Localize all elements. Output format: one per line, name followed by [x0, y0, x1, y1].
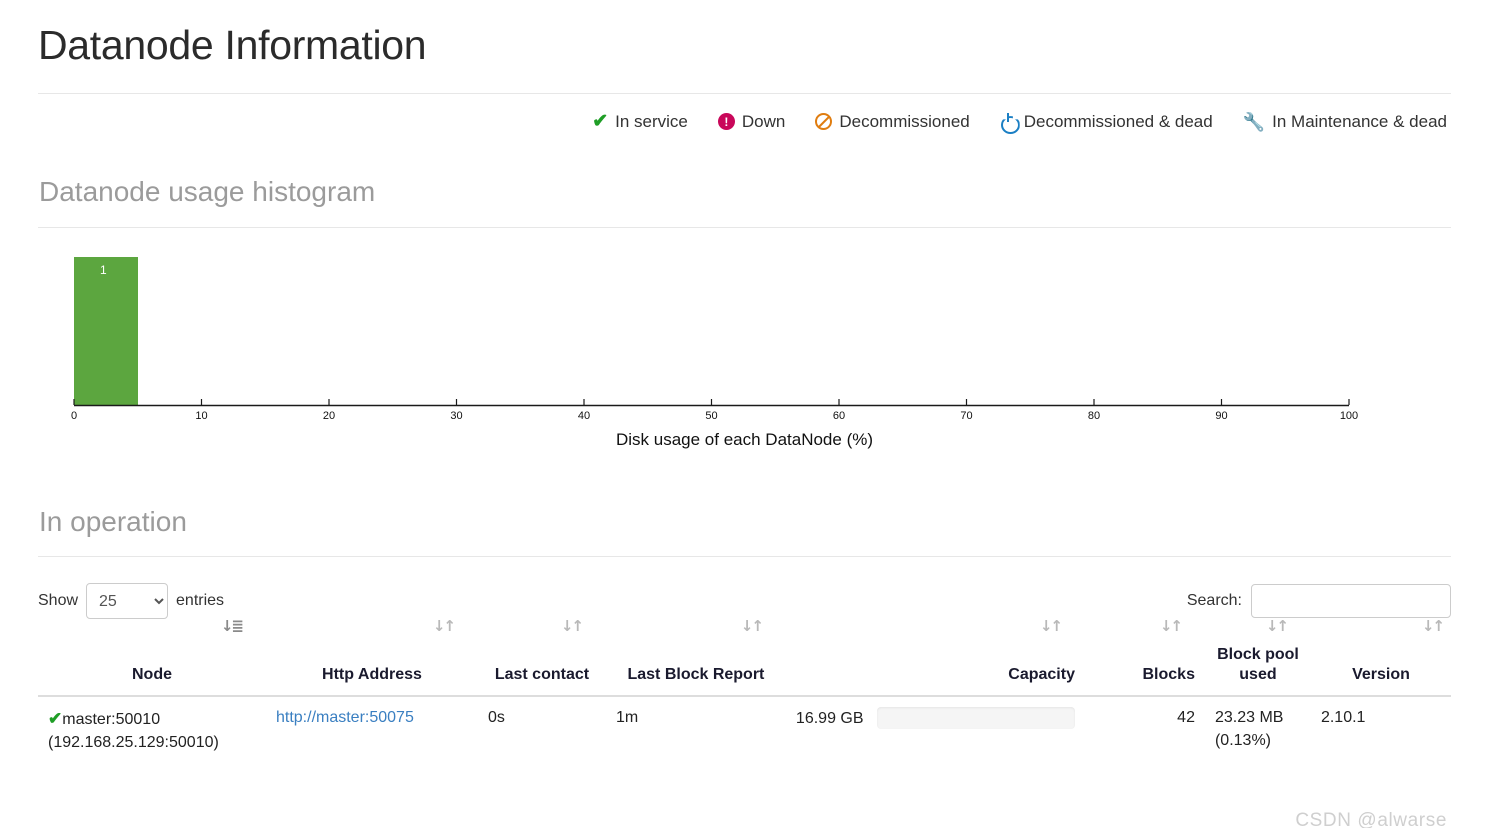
histogram-divider — [38, 226, 1451, 228]
page-title: Datanode Information — [38, 22, 427, 68]
column-header-node[interactable]: ↓≣ Node — [38, 619, 266, 698]
block-pool-used-value: 23.23 MB — [1214, 709, 1284, 727]
svg-text:20: 20 — [323, 410, 335, 422]
cell-last-block-report: 1m — [605, 695, 786, 767]
search-control: Search: — [1186, 584, 1451, 619]
legend-item-decommissioned-dead: Decommissioned & dead — [1000, 113, 1213, 130]
sort-toggle-icon[interactable]: ↓↑ — [741, 619, 764, 634]
table-header: ↓≣ Node ↓↑ Http Address ↓↑ Last contact … — [38, 619, 1451, 698]
column-header-block-pool-used[interactable]: ↓↑ Block pool used — [1204, 619, 1311, 698]
sort-toggle-icon[interactable]: ↓↑ — [433, 619, 456, 634]
http-address-link[interactable]: http://master:50075 — [276, 709, 414, 726]
svg-text:80: 80 — [1088, 410, 1100, 422]
in-operation-divider — [38, 556, 1451, 558]
legend-label: In Maintenance & dead — [1272, 112, 1447, 132]
x-axis-tick-labels: 0 10 20 30 40 50 60 70 80 90 100 — [71, 410, 1358, 422]
svg-text:10: 10 — [195, 410, 207, 422]
column-header-last-contact[interactable]: ↓↑ Last contact — [477, 619, 606, 698]
sort-toggle-icon[interactable]: ↓↑ — [1040, 619, 1063, 634]
histogram-bar-label: 1 — [100, 262, 107, 277]
cell-node: ✔master:50010 (192.168.25.129:50010) — [38, 695, 266, 767]
legend-item-in-service: ✔ In service — [592, 112, 688, 131]
histogram-heading: Datanode usage histogram — [39, 176, 376, 208]
datanode-usage-histogram: 0 10 20 30 40 50 60 70 80 90 100 1 Disk … — [38, 246, 1451, 461]
column-label: Http Address — [322, 666, 422, 684]
cell-last-contact: 0s — [477, 695, 606, 767]
sort-ascending-icon[interactable]: ↓≣ — [221, 619, 244, 634]
datanode-table: ↓≣ Node ↓↑ Http Address ↓↑ Last contact … — [38, 619, 1451, 767]
cell-blocks: 42 — [1084, 695, 1205, 767]
table-body: ✔master:50010 (192.168.25.129:50010) htt… — [38, 695, 1451, 767]
svg-text:40: 40 — [578, 410, 590, 422]
block-pool-used-percent: (0.13%) — [1214, 731, 1271, 749]
sort-toggle-icon[interactable]: ↓↑ — [1266, 619, 1289, 634]
check-icon: ✔ — [592, 111, 609, 133]
column-header-http-address[interactable]: ↓↑ Http Address — [265, 619, 478, 698]
column-label: Node — [131, 666, 172, 684]
datanode-information-page: Datanode Information ✔ In service Down D… — [0, 12, 1489, 828]
cell-version: 2.10.1 — [1310, 695, 1451, 767]
watermark: CSDN @alwarse — [1295, 810, 1447, 828]
histogram-x-axis-title: Disk usage of each DataNode (%) — [615, 429, 874, 449]
svg-text:30: 30 — [450, 410, 462, 422]
column-label: Blocks — [1142, 666, 1195, 684]
column-header-last-block-report[interactable]: ↓↑ Last Block Report — [605, 619, 786, 698]
column-label: Last contact — [494, 666, 590, 684]
cell-capacity: 16.99 GB — [785, 695, 1085, 767]
column-header-version[interactable]: ↓↑ Version — [1310, 619, 1451, 698]
column-label: Version — [1352, 666, 1410, 684]
x-axis-ticks — [73, 398, 1350, 405]
histogram-svg: 0 10 20 30 40 50 60 70 80 90 100 — [71, 256, 1358, 422]
legend-item-maintenance-dead: 🔧 In Maintenance & dead — [1243, 113, 1447, 131]
table-row: ✔master:50010 (192.168.25.129:50010) htt… — [38, 695, 1451, 767]
svg-text:60: 60 — [833, 410, 845, 422]
legend-label: Down — [741, 112, 786, 132]
svg-text:50: 50 — [705, 410, 717, 422]
svg-text:100: 100 — [1340, 410, 1358, 422]
legend-item-down: Down — [717, 112, 786, 132]
legend-label: In service — [615, 112, 688, 132]
capacity-progress-bar — [876, 707, 1075, 730]
in-operation-heading: In operation — [39, 505, 187, 537]
node-name: master:50010 — [62, 711, 161, 729]
capacity-text: 16.99 GB — [795, 709, 864, 727]
sort-toggle-icon[interactable]: ↓↑ — [1422, 619, 1445, 634]
page-length-control: Show 25 entries — [38, 583, 225, 620]
table-controls: Show 25 entries Search: — [38, 583, 1451, 620]
column-header-capacity[interactable]: ↓↑ Capacity — [785, 619, 1085, 698]
ban-icon — [815, 113, 833, 131]
legend-item-decommissioned: Decommissioned — [815, 112, 970, 132]
svg-text:90: 90 — [1215, 410, 1227, 422]
column-label: Capacity — [1008, 666, 1075, 684]
legend-label: Decommissioned & dead — [1023, 112, 1213, 132]
svg-text:70: 70 — [960, 410, 972, 422]
svg-text:0: 0 — [71, 410, 77, 422]
cell-block-pool-used: 23.23 MB (0.13%) — [1204, 695, 1311, 767]
status-legend: ✔ In service Down Decommissioned Decommi… — [38, 94, 1451, 131]
page-length-select[interactable]: 25 — [86, 583, 169, 620]
column-label: Block pool used — [1217, 646, 1299, 684]
entries-label: entries — [176, 592, 225, 610]
wrench-icon: 🔧 — [1242, 111, 1266, 132]
table-header-row: ↓≣ Node ↓↑ Http Address ↓↑ Last contact … — [38, 619, 1451, 698]
check-icon: ✔ — [48, 709, 63, 729]
search-input[interactable] — [1251, 584, 1451, 619]
node-address: (192.168.25.129:50010) — [48, 733, 219, 751]
legend-label: Decommissioned — [839, 112, 970, 132]
power-icon — [1000, 113, 1017, 130]
column-header-blocks[interactable]: ↓↑ Blocks — [1084, 619, 1205, 698]
show-label: Show — [38, 592, 79, 610]
search-label: Search: — [1186, 592, 1242, 610]
column-label: Last Block Report — [627, 666, 765, 684]
sort-toggle-icon[interactable]: ↓↑ — [561, 619, 584, 634]
cell-http-address: http://master:50075 — [265, 695, 478, 767]
histogram-bar — [74, 256, 138, 405]
down-icon — [717, 113, 735, 131]
sort-toggle-icon[interactable]: ↓↑ — [1160, 619, 1183, 634]
